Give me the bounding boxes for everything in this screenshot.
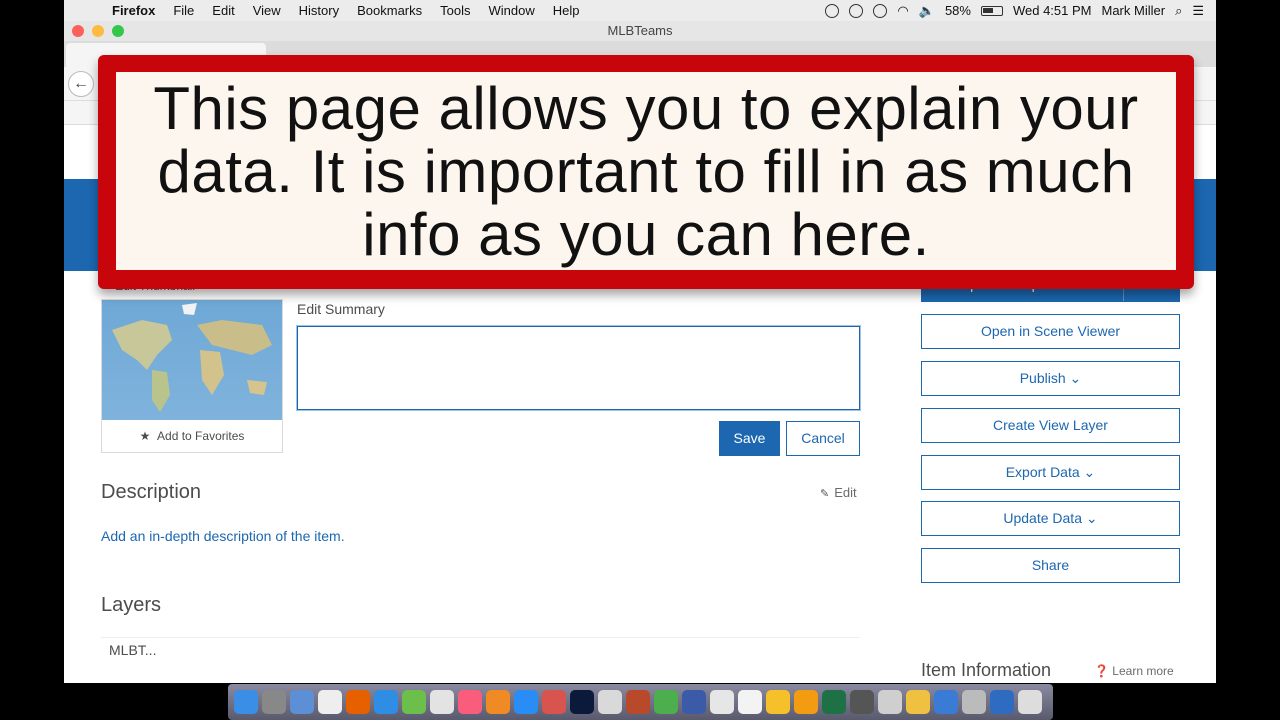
wifi-icon[interactable]: ◠	[897, 3, 908, 19]
update-data-button[interactable]: Update Data ⌄	[921, 501, 1180, 536]
menubar-clock[interactable]: Wed 4:51 PM	[1013, 3, 1092, 18]
learn-more-link[interactable]: ❓ Learn more	[1094, 664, 1174, 678]
photoshop-icon[interactable]	[570, 690, 594, 714]
menubar-user[interactable]: Mark Miller	[1102, 3, 1166, 18]
add-to-favorites-label: Add to Favorites	[157, 429, 245, 443]
menu-bookmarks[interactable]: Bookmarks	[357, 3, 422, 18]
create-view-layer-button[interactable]: Create View Layer	[921, 408, 1180, 443]
numbers-icon[interactable]	[654, 690, 678, 714]
menu-file[interactable]: File	[173, 3, 194, 18]
back-arrow-icon[interactable]: ←	[68, 71, 94, 97]
description-heading: Description	[101, 481, 202, 503]
macos-menubar: Firefox File Edit View History Bookmarks…	[64, 0, 1216, 21]
menu-history[interactable]: History	[299, 3, 339, 18]
annotation-line-3: info as you can here.	[362, 200, 930, 268]
books-icon[interactable]	[486, 690, 510, 714]
app-icon[interactable]	[794, 690, 818, 714]
maps-icon[interactable]	[402, 690, 426, 714]
open-in-scene-viewer-button[interactable]: Open in Scene Viewer	[921, 314, 1180, 349]
menu-app-name[interactable]: Firefox	[112, 3, 155, 18]
app-icon[interactable]	[990, 690, 1014, 714]
battery-icon[interactable]	[980, 5, 1003, 16]
menu-tools[interactable]: Tools	[440, 3, 470, 18]
window-titlebar: MLBTeams	[64, 21, 1216, 41]
export-data-button[interactable]: Export Data ⌄	[921, 455, 1180, 490]
window-title: MLBTeams	[607, 23, 673, 38]
filezilla-icon[interactable]	[906, 690, 930, 714]
macos-dock	[228, 684, 1053, 720]
minimize-window-icon[interactable]	[92, 25, 104, 37]
update-data-label: Update Data	[1003, 510, 1082, 526]
music-icon[interactable]	[458, 690, 482, 714]
description-edit-label: Edit	[834, 485, 857, 500]
edit-summary-label: Edit Summary	[297, 301, 385, 317]
launchpad-icon[interactable]	[262, 690, 286, 714]
password-manager-icon[interactable]	[849, 3, 864, 18]
time-machine-icon[interactable]	[873, 3, 888, 18]
menu-window[interactable]: Window	[489, 3, 535, 18]
app-store-icon[interactable]	[514, 690, 538, 714]
layer-row[interactable]: MLBT...	[101, 637, 860, 667]
publish-button[interactable]: Publish ⌄	[921, 361, 1180, 396]
summary-textarea[interactable]	[297, 326, 860, 410]
annotation-banner-inner: This page allows you to explain your dat…	[116, 72, 1176, 270]
battery-percent: 58%	[944, 3, 971, 18]
screen: Firefox File Edit View History Bookmarks…	[0, 0, 1280, 720]
world-map-thumbnail	[102, 300, 282, 420]
app-icon[interactable]	[682, 690, 706, 714]
garageband-icon[interactable]	[626, 690, 650, 714]
chevron-down-icon: ⌄	[1085, 510, 1098, 526]
cancel-button[interactable]: Cancel	[786, 421, 860, 456]
item-information-heading: Item Information	[921, 660, 1052, 680]
zoom-window-icon[interactable]	[112, 25, 124, 37]
close-window-icon[interactable]	[72, 25, 84, 37]
color-picker-icon[interactable]	[542, 690, 566, 714]
pencil-icon: ✎	[820, 488, 830, 500]
item-details-content: ✎Edit Thumbnail ★ Add to Favorites	[64, 267, 1216, 683]
export-data-label: Export Data	[1005, 464, 1080, 480]
sketch-icon[interactable]	[766, 690, 790, 714]
learn-more-label: Learn more	[1112, 664, 1174, 678]
notification-center-icon[interactable]: ☰	[1192, 3, 1204, 19]
chevron-down-icon: ⌄	[1083, 464, 1096, 480]
save-button[interactable]: Save	[719, 421, 780, 456]
safari-icon[interactable]	[374, 690, 398, 714]
annotation-banner: This page allows you to explain your dat…	[98, 55, 1194, 289]
share-button[interactable]: Share	[921, 548, 1180, 583]
star-icon: ★	[139, 429, 151, 443]
menubar-tray: ◠ 🔈 58% Wed 4:51 PM Mark Miller ⌕ ☰	[825, 3, 1216, 19]
layers-heading: Layers	[101, 594, 162, 616]
photos-icon[interactable]	[430, 690, 454, 714]
publish-label: Publish	[1019, 370, 1066, 386]
menu-view[interactable]: View	[253, 3, 281, 18]
thumbnail-card: ★ Add to Favorites	[101, 299, 283, 453]
add-description-link[interactable]: Add an in-depth description of the item.	[101, 528, 345, 544]
preview-icon[interactable]	[290, 690, 314, 714]
excel-icon[interactable]	[822, 690, 846, 714]
scanner-icon[interactable]	[878, 690, 902, 714]
textedit-icon[interactable]	[738, 690, 762, 714]
finder-icon[interactable]	[234, 690, 258, 714]
quicktime-icon[interactable]	[934, 690, 958, 714]
menu-help[interactable]: Help	[553, 3, 580, 18]
firefox-icon[interactable]	[346, 690, 370, 714]
spotlight-icon[interactable]: ⌕	[1175, 3, 1182, 19]
description-edit-link[interactable]: ✎ Edit	[820, 485, 857, 500]
help-icon: ❓	[1094, 664, 1109, 678]
trash-icon[interactable]	[1018, 690, 1042, 714]
documents-folder-icon[interactable]	[962, 690, 986, 714]
calendar-icon[interactable]	[318, 690, 342, 714]
final-cut-icon[interactable]	[850, 690, 874, 714]
keynote-icon[interactable]	[598, 690, 622, 714]
annotation-line-2: data. It is important to fill in as much	[157, 137, 1135, 205]
record-icon[interactable]	[825, 3, 840, 18]
annotation-text: This page allows you to explain your dat…	[153, 77, 1138, 266]
annotation-line-1: This page allows you to explain your	[153, 74, 1139, 142]
add-to-favorites-button[interactable]: ★ Add to Favorites	[102, 420, 282, 452]
charts-icon[interactable]	[710, 690, 734, 714]
menu-edit[interactable]: Edit	[212, 3, 234, 18]
chevron-down-icon: ⌄	[1069, 370, 1082, 386]
volume-icon[interactable]: 🔈	[919, 3, 935, 19]
